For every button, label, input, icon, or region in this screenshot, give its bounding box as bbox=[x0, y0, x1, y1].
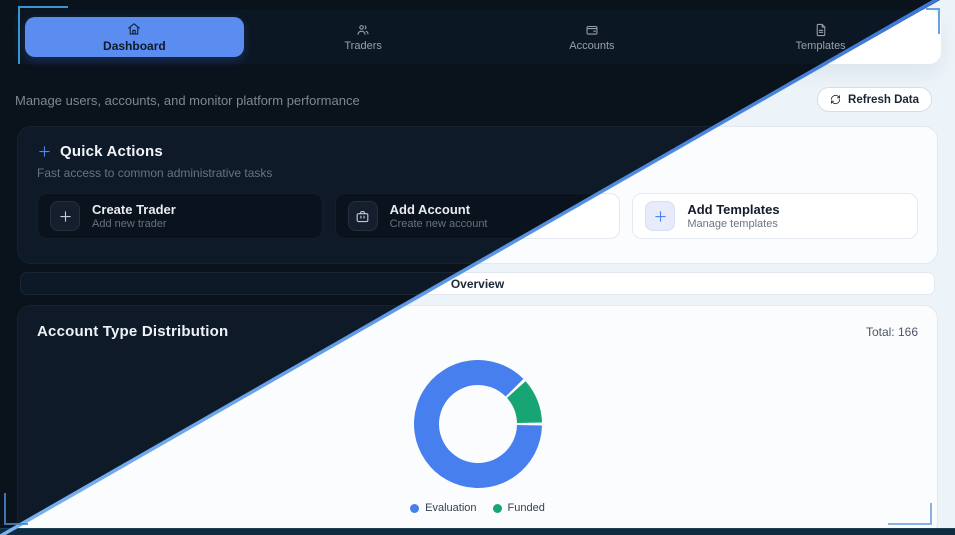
wallet-icon bbox=[585, 23, 599, 37]
chart-total: Total: 166 bbox=[866, 325, 918, 339]
action-subtitle: Add new trader bbox=[92, 218, 176, 231]
legend-label: Evaluation bbox=[425, 502, 476, 514]
users-icon bbox=[356, 23, 370, 37]
action-title: Add Templates bbox=[687, 202, 779, 217]
chart-title: Account Type Distribution bbox=[37, 323, 228, 340]
briefcase-icon bbox=[348, 201, 378, 231]
refresh-label: Refresh Data bbox=[848, 94, 919, 106]
chart-legend: Evaluation Funded bbox=[37, 502, 918, 514]
tab-label: Traders bbox=[344, 40, 382, 52]
action-title: Create Trader bbox=[92, 202, 176, 217]
donut-segment-evaluation[interactable] bbox=[413, 360, 541, 488]
plus-icon bbox=[645, 201, 675, 231]
window-bottom-edge bbox=[0, 528, 955, 535]
action-subtitle: Create new account bbox=[390, 218, 488, 231]
app-window: Dashboard Traders Accounts Templates Man… bbox=[0, 0, 955, 535]
add-templates-button[interactable]: Add Templates Manage templates bbox=[632, 193, 918, 239]
legend-item-funded: Funded bbox=[493, 502, 545, 514]
action-subtitle: Manage templates bbox=[687, 218, 779, 231]
tab-label: Accounts bbox=[569, 40, 614, 52]
tab-accounts[interactable]: Accounts bbox=[483, 17, 702, 57]
legend-dot-evaluation bbox=[410, 504, 419, 513]
tab-label: Dashboard bbox=[103, 39, 166, 53]
tab-traders[interactable]: Traders bbox=[254, 17, 473, 57]
file-text-icon bbox=[814, 23, 828, 37]
refresh-data-button[interactable]: Refresh Data bbox=[817, 87, 932, 112]
legend-dot-funded bbox=[493, 504, 502, 513]
page-subtitle: Manage users, accounts, and monitor plat… bbox=[15, 93, 360, 108]
overview-label: Overview bbox=[451, 277, 504, 291]
top-navigation: Dashboard Traders Accounts Templates bbox=[14, 10, 941, 64]
plus-icon bbox=[37, 144, 52, 159]
tab-dashboard[interactable]: Dashboard bbox=[25, 17, 244, 57]
tab-label: Templates bbox=[796, 40, 846, 52]
legend-label: Funded bbox=[508, 502, 545, 514]
home-icon bbox=[127, 22, 141, 36]
quick-actions-title: Quick Actions bbox=[60, 143, 163, 160]
refresh-icon bbox=[830, 94, 841, 105]
action-title: Add Account bbox=[390, 202, 488, 217]
donut-chart[interactable] bbox=[412, 358, 544, 490]
legend-item-evaluation: Evaluation bbox=[410, 502, 476, 514]
plus-icon bbox=[50, 201, 80, 231]
create-trader-button[interactable]: Create Trader Add new trader bbox=[37, 193, 323, 239]
